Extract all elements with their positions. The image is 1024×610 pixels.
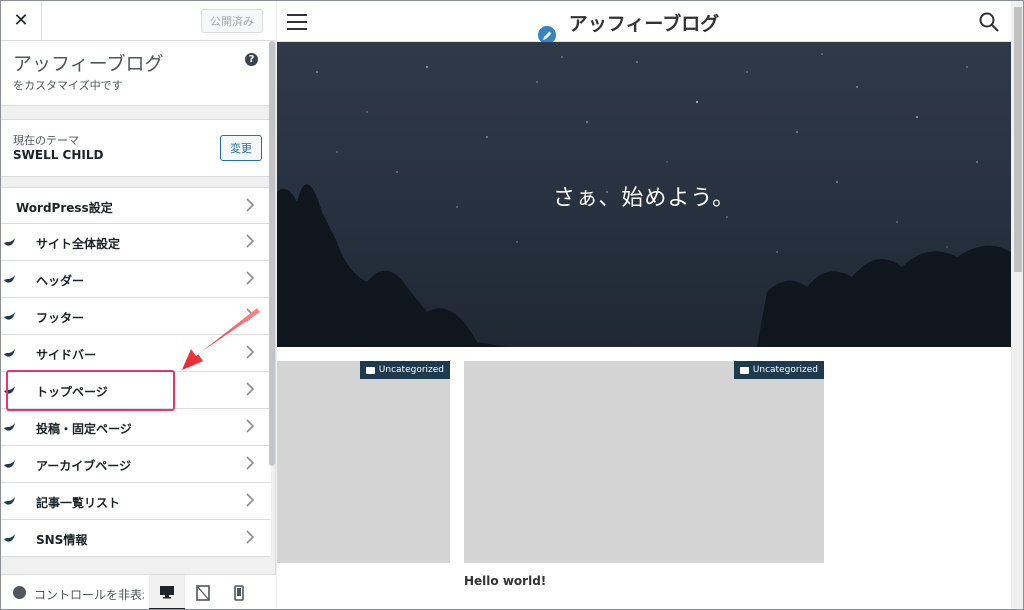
preview-header: アッフィーブログ — [277, 1, 1011, 42]
folder-icon — [739, 366, 749, 374]
preview-site-title[interactable]: アッフィーブログ — [277, 9, 1011, 36]
swell-logo-icon — [4, 497, 15, 505]
swell-logo-icon — [4, 460, 15, 468]
smartphone-icon — [234, 585, 244, 601]
sidebar-topbar: ✕ 公開済み — [1, 1, 276, 41]
theme-label: 現在のテーマ — [13, 134, 79, 147]
site-preview: アッフィーブログ さぁ、始めよう。 Uncategorized Uncatego… — [277, 1, 1011, 609]
search-icon[interactable] — [979, 12, 999, 32]
publish-button[interactable]: 公開済み — [201, 9, 263, 33]
tablet-icon — [196, 585, 210, 601]
site-name: アッフィーブログ — [13, 53, 164, 75]
swell-logo-icon — [4, 349, 15, 357]
chevron-right-icon — [246, 271, 255, 285]
theme-name: SWELL CHILD — [13, 148, 104, 162]
folder-icon — [365, 366, 375, 374]
theme-section: 現在のテーマ SWELL CHILD 変更 — [1, 119, 271, 177]
menu-item-label: WordPress設定 — [16, 201, 113, 215]
preview-scrollbar[interactable] — [1014, 7, 1022, 272]
menu-item-label: SNS情報 — [36, 533, 88, 547]
menu-item-label: アーカイブページ — [36, 459, 132, 473]
menu-item-label: 記事一覧リスト — [36, 496, 121, 510]
menu-item-label: ヘッダー — [36, 274, 85, 288]
post-card-1[interactable]: Uncategorized — [277, 361, 450, 563]
swell-logo-icon — [4, 275, 15, 283]
sidebar-scrollbar[interactable] — [269, 41, 275, 466]
close-icon: ✕ — [13, 10, 29, 31]
menu-item[interactable]: SNS情報 — [1, 520, 271, 557]
menu-item[interactable]: 投稿・固定ページ — [1, 409, 271, 446]
menu-item[interactable]: WordPress設定 — [1, 187, 271, 224]
hero-catchphrase: さぁ、始めよう。 — [552, 186, 736, 211]
chevron-right-icon — [246, 382, 255, 396]
swell-logo-icon — [4, 423, 15, 431]
menu-item[interactable]: サイト全体設定 — [1, 224, 271, 261]
chevron-right-icon — [246, 419, 255, 433]
menu-item-label: サイト全体設定 — [36, 237, 121, 251]
help-icon[interactable]: ? — [245, 53, 258, 66]
menu-item-label: フッター — [36, 311, 85, 325]
collapse-icon[interactable] — [13, 586, 26, 599]
sidebar-footer: コントロールを非表示 — [1, 574, 276, 609]
chevron-right-icon — [246, 234, 255, 248]
post-title[interactable]: Hello world! — [464, 574, 546, 588]
customizer-window: ✕ 公開済み アッフィーブログ をカスタマイズ中です ? 現在のテーマ SWEL… — [0, 0, 1024, 610]
highlight-box — [6, 370, 175, 411]
collapse-sidebar-button[interactable]: コントロールを非表示 — [34, 586, 144, 603]
chevron-right-icon — [246, 530, 255, 544]
customizer-sidebar: ✕ 公開済み アッフィーブログ をカスタマイズ中です ? 現在のテーマ SWEL… — [1, 1, 276, 609]
customizing-label: をカスタマイズ中です — [13, 79, 123, 92]
desktop-icon — [160, 585, 174, 598]
chevron-right-icon — [246, 493, 255, 507]
hero-image: さぁ、始めよう。 — [277, 42, 1011, 347]
red-arrow-icon — [182, 308, 260, 370]
mobile-preview-button[interactable] — [221, 575, 257, 609]
menu-item[interactable]: 記事一覧リスト — [1, 483, 271, 520]
category-badge[interactable]: Uncategorized — [733, 361, 824, 379]
chevron-right-icon — [246, 198, 255, 212]
tablet-preview-button[interactable] — [185, 575, 221, 609]
change-theme-button[interactable]: 変更 — [220, 135, 262, 161]
swell-logo-icon — [4, 534, 15, 542]
post-card-2[interactable]: Uncategorized — [464, 361, 824, 563]
desktop-preview-button[interactable] — [149, 575, 185, 609]
swell-logo-icon — [4, 238, 15, 246]
menu-item[interactable]: アーカイブページ — [1, 446, 271, 483]
swell-logo-icon — [4, 312, 15, 320]
chevron-right-icon — [246, 456, 255, 470]
menu-item[interactable]: ヘッダー — [1, 261, 271, 298]
menu-item-label: サイドバー — [36, 348, 97, 362]
category-badge[interactable]: Uncategorized — [359, 361, 450, 379]
close-button[interactable]: ✕ — [1, 1, 42, 40]
site-header-info: アッフィーブログ をカスタマイズ中です ? — [1, 41, 271, 106]
menu-item-label: 投稿・固定ページ — [36, 422, 132, 436]
